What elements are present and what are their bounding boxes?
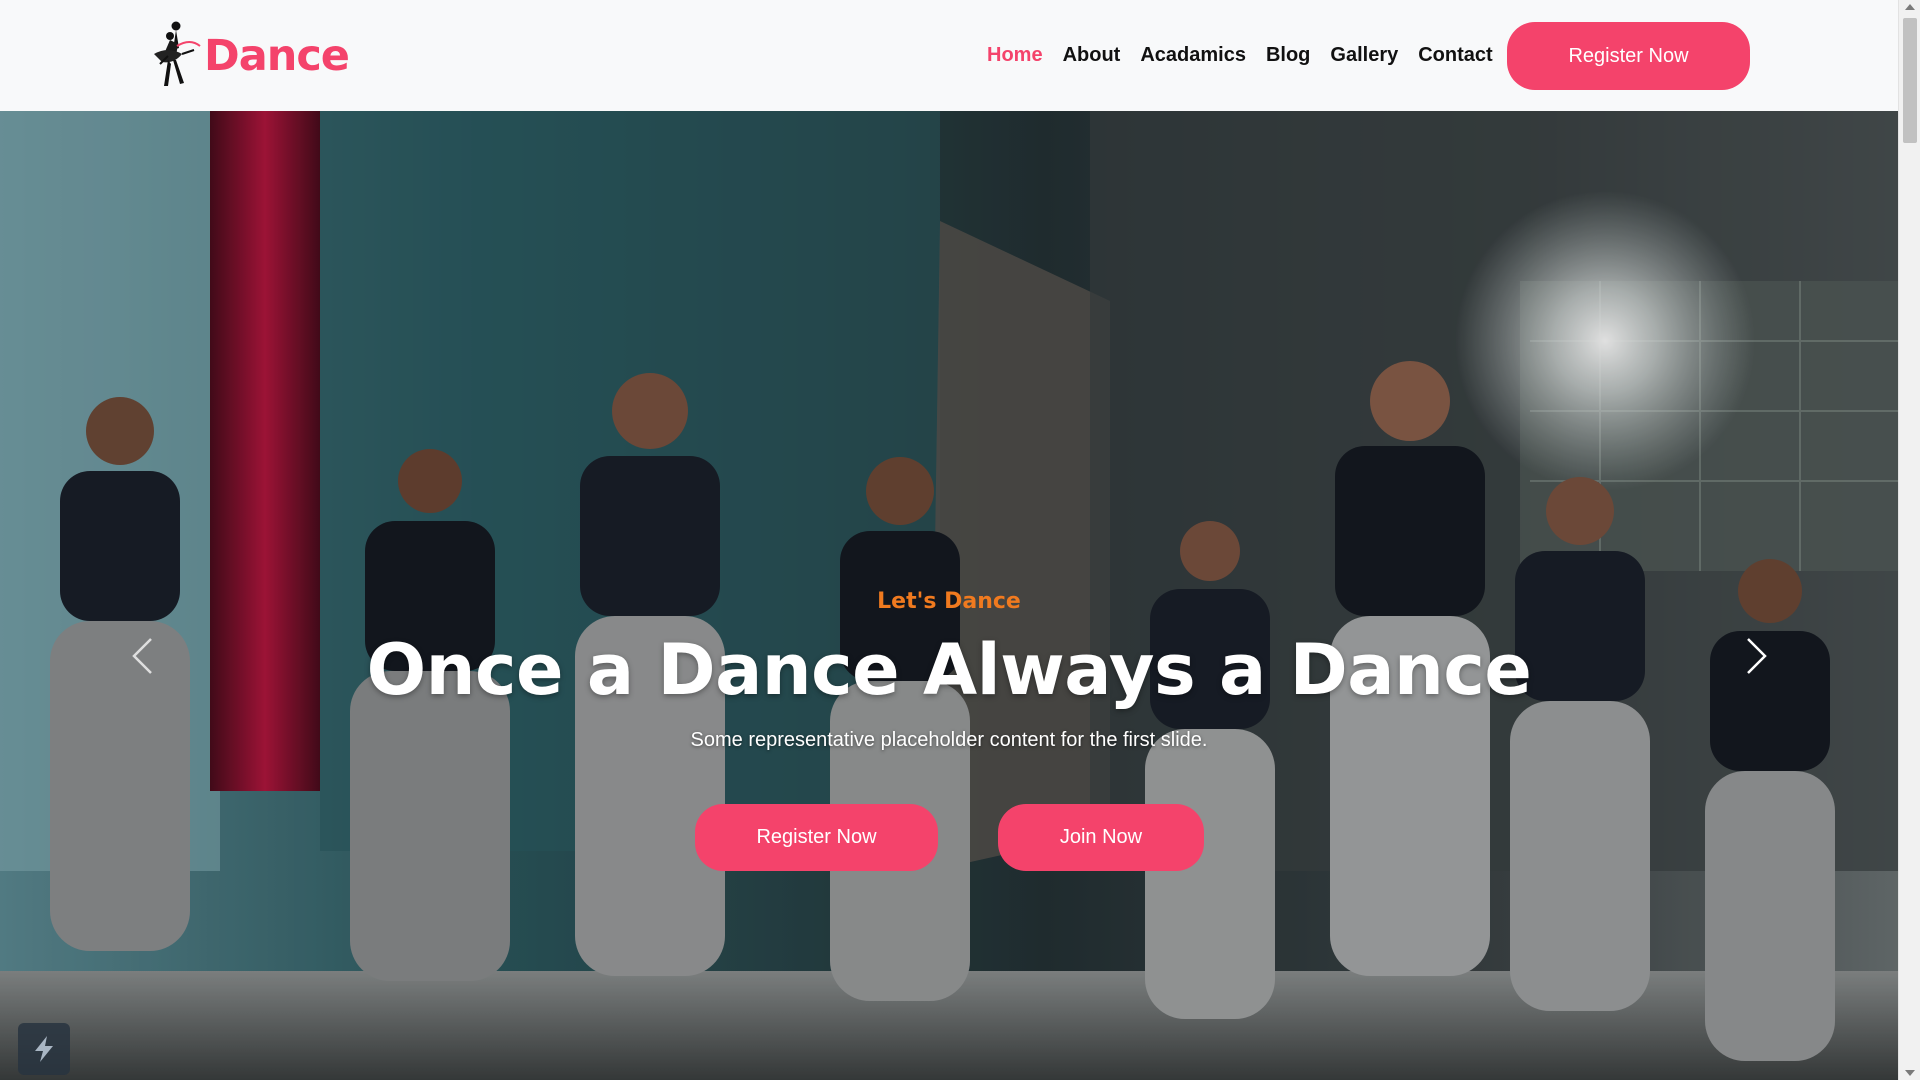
- hero-title: Once a Dance Always a Dance: [366, 629, 1532, 711]
- site-header: Dance Home About Acadamics Blog Gallery …: [0, 0, 1898, 111]
- dancer-logo-icon: [154, 21, 201, 86]
- scroll-thumb[interactable]: [1903, 18, 1917, 143]
- hero-join-button[interactable]: Join Now: [998, 804, 1204, 871]
- chevron-right-icon: [1747, 638, 1767, 674]
- nav-acadamics[interactable]: Acadamics: [1140, 44, 1246, 67]
- scroll-up-arrow-icon[interactable]: [1905, 4, 1915, 10]
- main-nav: Home About Acadamics Blog Gallery Contac…: [987, 0, 1493, 111]
- header-register-button[interactable]: Register Now: [1507, 22, 1750, 90]
- nav-contact[interactable]: Contact: [1418, 44, 1492, 67]
- hero-register-button[interactable]: Register Now: [695, 804, 938, 871]
- hero-eyebrow: Let's Dance: [877, 589, 1021, 614]
- nav-blog[interactable]: Blog: [1266, 44, 1310, 67]
- nav-about[interactable]: About: [1063, 44, 1121, 67]
- hero-subtitle: Some representative placeholder content …: [690, 729, 1208, 751]
- lightning-icon: [35, 1036, 53, 1062]
- brand-logo[interactable]: Dance: [146, 20, 350, 92]
- carousel-prev-button[interactable]: [122, 626, 162, 686]
- hero-carousel: Let's Dance Once a Dance Always a Dance …: [0, 111, 1898, 1080]
- carousel-next-button[interactable]: [1737, 626, 1777, 686]
- nav-gallery[interactable]: Gallery: [1330, 44, 1398, 67]
- floating-app-widget[interactable]: [18, 1023, 70, 1075]
- page-scrollbar[interactable]: [1898, 0, 1920, 1080]
- brand-name: Dance: [204, 31, 350, 81]
- scroll-down-arrow-icon[interactable]: [1905, 1070, 1915, 1076]
- nav-home[interactable]: Home: [987, 44, 1043, 67]
- chevron-left-icon: [132, 638, 152, 674]
